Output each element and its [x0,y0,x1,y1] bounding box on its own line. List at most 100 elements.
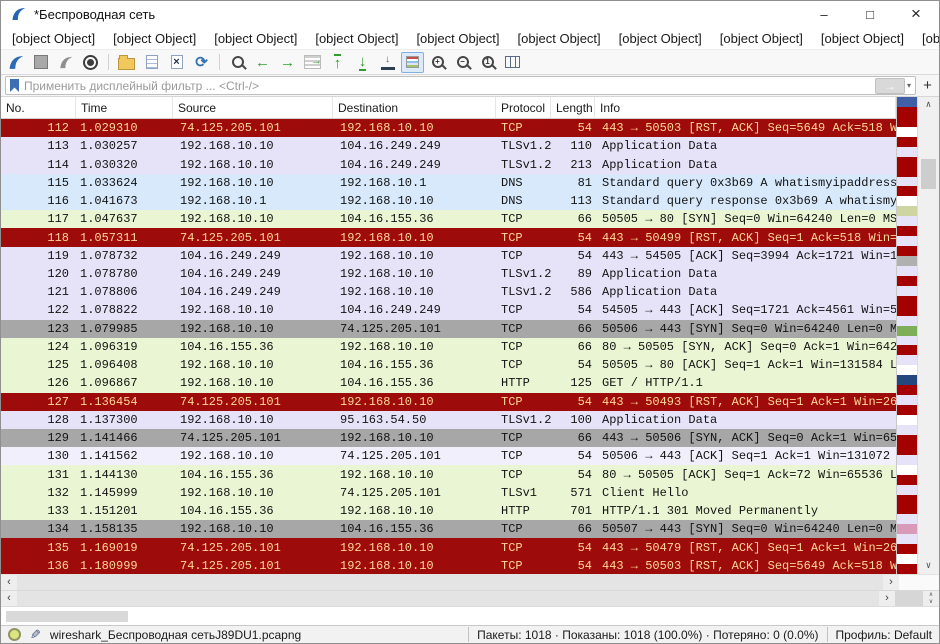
go-to-first-button[interactable]: ↑ [326,52,349,73]
packet-row[interactable]: 113 1.030257 192.168.10.10 104.16.249.24… [1,137,896,155]
packet-time: 1.180999 [76,559,173,573]
packet-protocol: TLSv1.2 [496,413,551,427]
packet-list-hscrollbar[interactable]: ‹ › [1,575,899,590]
go-back-button[interactable]: ← [251,52,274,73]
capture-filename[interactable]: wireshark_Беспроводная сетьJ89DU1.pcapng [50,628,301,642]
restart-capture-button[interactable] [54,52,77,73]
add-filter-button[interactable]: + [920,78,935,93]
bookmark-icon[interactable] [10,79,19,92]
zoom-reset-icon: 1 [482,56,494,68]
go-to-packet-button[interactable]: → [301,52,324,73]
find-packet-button[interactable] [226,52,249,73]
packet-row[interactable]: 127 1.136454 74.125.205.101 192.168.10.1… [1,393,896,411]
display-filter-input[interactable] [24,79,870,93]
intelligent-scrollbar-minimap[interactable] [896,97,917,574]
column-header-length[interactable]: Length [551,97,595,118]
packet-row[interactable]: 123 1.079985 192.168.10.10 74.125.205.10… [1,320,896,338]
column-header-info[interactable]: Info [595,97,896,118]
apply-filter-button[interactable]: → [875,78,905,94]
packet-row[interactable]: 136 1.180999 74.125.205.101 192.168.10.1… [1,557,896,574]
scroll-right-arrow-icon[interactable]: › [879,593,895,604]
menu-item[interactable]: [object Object] [711,29,812,48]
auto-scroll-button[interactable]: ↓ [376,52,399,73]
scroll-up-arrow-icon[interactable]: ∧ [918,97,939,113]
zoom-reset-button[interactable]: 1 [476,52,499,73]
packet-row[interactable]: 114 1.030320 192.168.10.10 104.16.249.24… [1,155,896,173]
menu-item[interactable]: [object Object] [407,29,508,48]
packet-length: 54 [551,559,595,573]
packet-row[interactable]: 117 1.047637 192.168.10.10 104.16.155.36… [1,210,896,228]
packet-row[interactable]: 121 1.078806 104.16.249.249 192.168.10.1… [1,283,896,301]
minimap-stripe [897,524,917,534]
vertical-scroll-track[interactable] [918,113,939,558]
menu-item[interactable]: [object Object] [610,29,711,48]
vertical-scrollbar[interactable]: ∧ ∨ [917,97,939,574]
packet-row[interactable]: 124 1.096319 104.16.155.36 192.168.10.10… [1,338,896,356]
menu-item[interactable]: [object Object] [509,29,610,48]
maximize-button[interactable]: □ [847,1,893,27]
stop-capture-button[interactable] [29,52,52,73]
go-to-last-button[interactable]: ↓ [351,52,374,73]
profile-label[interactable]: Профиль: Default [836,628,933,642]
colorize-button[interactable] [401,52,424,73]
splitter-spinner[interactable]: ∧ ∨ [923,591,939,606]
menu-item[interactable]: [object Object] [913,29,940,48]
expert-info-icon[interactable] [8,628,21,641]
capture-comment-icon[interactable]: ✎ [30,627,41,643]
save-file-button[interactable] [140,52,163,73]
pane-scroll-thumb[interactable] [6,611,128,622]
scroll-down-arrow-icon[interactable]: ∨ [918,558,939,574]
hscroll-track[interactable] [17,591,879,606]
packet-row[interactable]: 135 1.169019 74.125.205.101 192.168.10.1… [1,538,896,556]
zoom-out-button[interactable]: − [451,52,474,73]
column-header-source[interactable]: Source [173,97,333,118]
packet-row[interactable]: 129 1.141466 74.125.205.101 192.168.10.1… [1,429,896,447]
menu-item[interactable]: [object Object] [3,29,104,48]
menu-item[interactable]: [object Object] [104,29,205,48]
menu-item[interactable]: [object Object] [306,29,407,48]
packet-row[interactable]: 115 1.033624 192.168.10.10 192.168.10.1 … [1,174,896,192]
menu-item[interactable]: [object Object] [205,29,306,48]
hscroll-track[interactable] [17,575,883,590]
status-bar: ✎ wireshark_Беспроводная сетьJ89DU1.pcap… [1,625,939,643]
start-capture-button[interactable] [4,52,27,73]
capture-options-button[interactable] [79,52,102,73]
menu-item[interactable]: [object Object] [812,29,913,48]
resize-columns-button[interactable] [501,52,524,73]
packet-row[interactable]: 119 1.078732 104.16.249.249 192.168.10.1… [1,247,896,265]
hscroll-thumb[interactable] [895,591,923,606]
open-file-button[interactable] [115,52,138,73]
packet-row[interactable]: 133 1.151201 104.16.155.36 192.168.10.10… [1,502,896,520]
packet-row[interactable]: 130 1.141562 192.168.10.10 74.125.205.10… [1,447,896,465]
close-file-button[interactable]: × [165,52,188,73]
packet-row[interactable]: 131 1.144130 104.16.155.36 192.168.10.10… [1,465,896,483]
column-header-destination[interactable]: Destination [333,97,496,118]
scroll-left-arrow-icon[interactable]: ‹ [1,593,17,604]
column-header-protocol[interactable]: Protocol [496,97,551,118]
packet-row[interactable]: 112 1.029310 74.125.205.101 192.168.10.1… [1,119,896,137]
packet-row[interactable]: 128 1.137300 192.168.10.10 95.163.54.50 … [1,411,896,429]
packet-row[interactable]: 118 1.057311 74.125.205.101 192.168.10.1… [1,228,896,246]
packet-row[interactable]: 122 1.078822 192.168.10.10 104.16.249.24… [1,301,896,319]
go-forward-button[interactable]: → [276,52,299,73]
packet-row[interactable]: 120 1.078780 104.16.249.249 192.168.10.1… [1,265,896,283]
packet-row[interactable]: 116 1.041673 192.168.10.1 192.168.10.10 … [1,192,896,210]
column-header-time[interactable]: Time [76,97,173,118]
close-button[interactable]: × [893,1,939,27]
column-header-no[interactable]: No. [1,97,76,118]
minimize-button[interactable]: – [801,1,847,27]
zoom-in-button[interactable]: + [426,52,449,73]
reload-button[interactable]: ⟳ [190,52,213,73]
scroll-right-arrow-icon[interactable]: › [883,577,899,588]
filter-dropdown-caret[interactable]: ▾ [907,81,911,90]
scroll-left-arrow-icon[interactable]: ‹ [1,577,17,588]
minimap-stripe [897,246,917,256]
packet-source: 192.168.10.10 [173,522,333,536]
detail-pane-hscrollbar[interactable]: ‹ › ∧ ∨ [1,591,939,606]
packet-protocol: TLSv1.2 [496,139,551,153]
packet-row[interactable]: 134 1.158135 192.168.10.10 104.16.155.36… [1,520,896,538]
packet-row[interactable]: 132 1.145999 192.168.10.10 74.125.205.10… [1,484,896,502]
vertical-scroll-thumb[interactable] [921,159,936,189]
packet-row[interactable]: 125 1.096408 192.168.10.10 104.16.155.36… [1,356,896,374]
packet-row[interactable]: 126 1.096867 192.168.10.10 104.16.155.36… [1,374,896,392]
